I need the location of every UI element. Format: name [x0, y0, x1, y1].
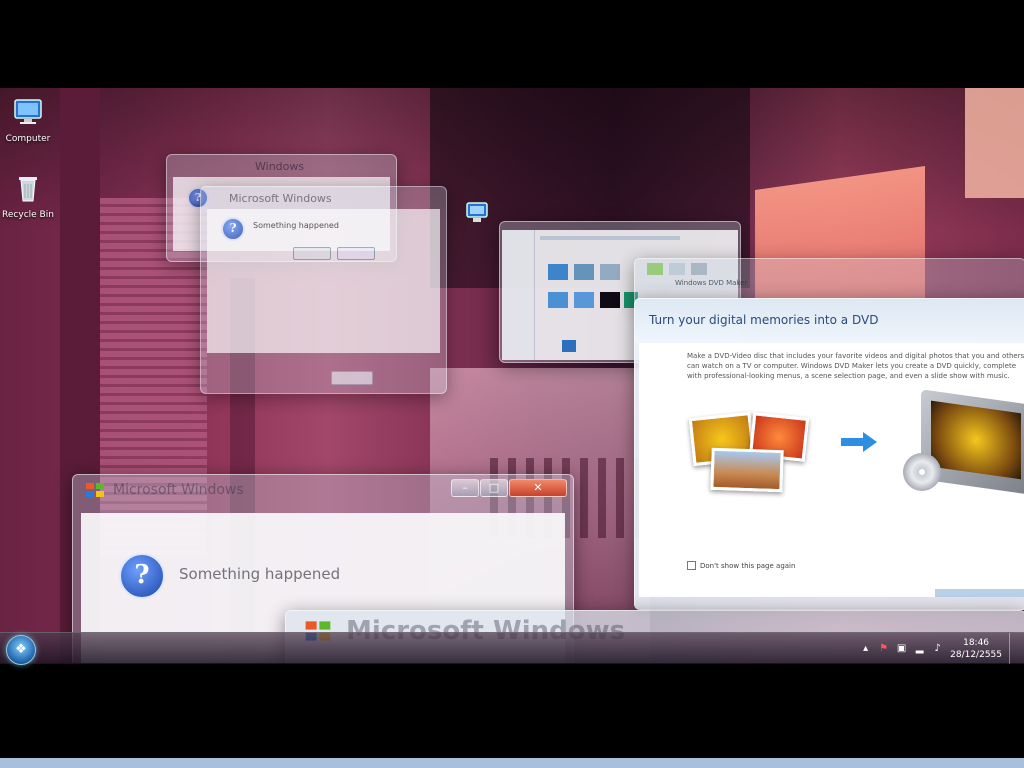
dialog-button[interactable] — [331, 371, 373, 385]
choose-photos-button[interactable] — [935, 589, 1024, 597]
notification-area: ▴ ⚑ ▣ ▂ ♪ 18:46 28/12/2555 — [860, 633, 1018, 664]
preview-icon — [562, 340, 576, 352]
windows-logo-icon — [86, 483, 104, 497]
window-title: Microsoft Windows — [113, 482, 244, 498]
window-client: Make a DVD-Video disc that includes your… — [639, 343, 1024, 597]
thumbnail[interactable] — [548, 264, 568, 280]
computer-icon — [14, 99, 42, 124]
thumbnail[interactable] — [574, 292, 594, 308]
window-controls: – □ ✕ — [451, 479, 567, 497]
dvd-maker-window[interactable]: Turn your digital memories into a DVD Ma… — [634, 298, 1024, 610]
host-taskbar-edge — [0, 758, 1024, 768]
navigation-pane[interactable] — [502, 230, 535, 360]
thumbnail-strip — [647, 263, 707, 275]
show-hidden-icons-icon[interactable]: ▴ — [860, 643, 871, 654]
thumbnail[interactable] — [600, 292, 620, 308]
window-title: Microsoft Windows — [229, 191, 332, 205]
question-icon: ? — [119, 553, 165, 599]
network-signal-icon[interactable]: ▂ — [914, 643, 925, 654]
desktop-icon-recycle-bin[interactable]: Recycle Bin — [0, 172, 56, 220]
dialog-window-front[interactable]: Microsoft Windows ? Something happened — [200, 186, 447, 394]
maximize-button[interactable]: □ — [480, 479, 508, 497]
arrow-right-icon — [841, 432, 877, 452]
window-client: ? Something happened — [207, 209, 440, 353]
window-titlebar[interactable]: Windows — [167, 155, 396, 177]
dvd-heading: Turn your digital memories into a DVD — [649, 313, 879, 327]
wallpaper-sign — [965, 88, 1024, 198]
address-bar[interactable] — [540, 236, 680, 240]
desktop: Computer Recycle Bin Windows ? Microsoft… — [0, 88, 1024, 663]
photo-landscape — [710, 447, 784, 493]
dont-show-checkbox[interactable]: Don't show this page again — [687, 561, 795, 570]
action-center-icon[interactable]: ⚑ — [878, 643, 889, 654]
thumbnail[interactable] — [548, 292, 568, 308]
network-icon — [466, 202, 488, 222]
taskbar: ❖ ▴ ⚑ ▣ ▂ ♪ 18:46 28/12/2555 — [0, 632, 1024, 665]
desktop-icon-label: Recycle Bin — [2, 210, 54, 220]
disc-icon — [903, 453, 941, 491]
show-desktop-button[interactable] — [1009, 633, 1018, 664]
desktop-icon-computer[interactable]: Computer — [0, 96, 56, 144]
desktop-icon-label: Computer — [5, 134, 51, 144]
volume-icon[interactable]: ♪ — [932, 643, 943, 654]
ok-button[interactable] — [293, 247, 331, 260]
thumbnail[interactable] — [574, 264, 594, 280]
windows-orb-icon: ❖ — [15, 642, 27, 657]
recycle-bin-icon — [19, 177, 37, 202]
dialog-message: Something happened — [179, 565, 341, 583]
clock-time: 18:46 — [963, 637, 990, 648]
dvd-description: Make a DVD-Video disc that includes your… — [687, 352, 1024, 380]
start-button[interactable]: ❖ — [6, 635, 36, 665]
window-titlebar[interactable]: Microsoft Windows — [201, 187, 446, 209]
thumbnail[interactable] — [600, 264, 620, 280]
minimize-button[interactable]: – — [451, 479, 479, 497]
window-title: Windows DVD Maker — [675, 279, 748, 287]
close-button[interactable]: ✕ — [509, 479, 567, 497]
clock[interactable]: 18:46 28/12/2555 — [950, 637, 1002, 661]
question-icon: ? — [221, 217, 245, 241]
checkbox-label: Don't show this page again — [700, 561, 796, 570]
clock-date: 28/12/2555 — [950, 649, 1002, 660]
window-header: Turn your digital memories into a DVD — [635, 299, 1024, 343]
checkbox-box[interactable] — [687, 561, 696, 570]
cancel-button[interactable] — [337, 247, 375, 260]
display-icon[interactable]: ▣ — [896, 643, 907, 654]
window-title: Windows — [255, 159, 305, 173]
dialog-message: Something happened — [253, 221, 339, 230]
